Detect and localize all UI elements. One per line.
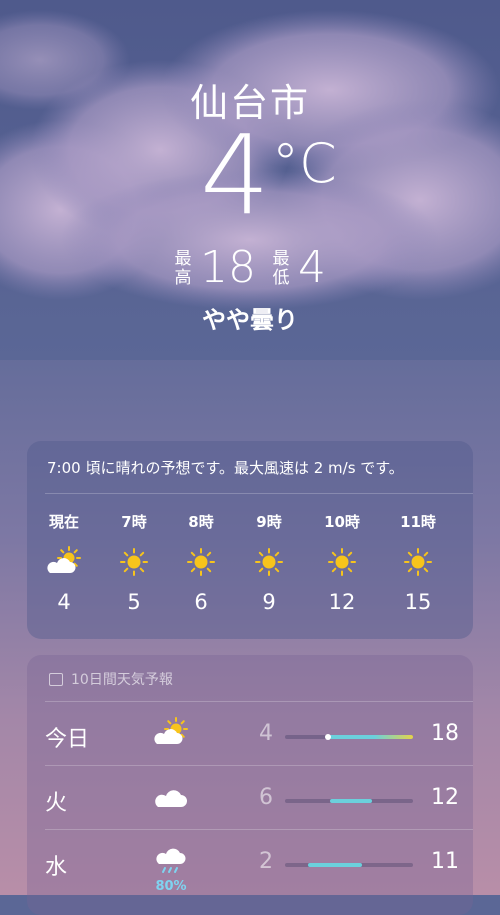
sun-icon <box>398 546 438 578</box>
high-temp: 11 <box>431 849 459 874</box>
forecast-row[interactable]: 火 6 12 <box>27 767 473 829</box>
hourly-forecast-card[interactable]: 7:00 頃に晴れの予想です。最大風速は 2 m/s です。 現在 4 7時 5 8時 6… <box>27 441 473 639</box>
temp-range-bar <box>285 734 413 740</box>
precipitation-chance: 80% <box>155 879 187 894</box>
hour-temp: 6 <box>194 590 208 614</box>
sun-icon <box>114 546 154 578</box>
sun-icon <box>249 546 289 578</box>
low-label: 最低 <box>272 249 290 288</box>
hourly-item: 7時 5 <box>99 511 169 614</box>
high-low: 最高 18 最低 4 <box>0 246 500 296</box>
condition-text: やや曇り <box>202 306 298 334</box>
hourly-item: 9時 9 <box>234 511 304 614</box>
hour-temp: 9 <box>262 590 276 614</box>
day-label: 今日 <box>45 727 90 752</box>
cloud-icon <box>151 781 191 815</box>
hour-temp: 4 <box>57 590 71 614</box>
rain-cloud-icon <box>151 845 191 879</box>
current-temperature: 4 <box>200 111 270 239</box>
ten-day-forecast-card[interactable]: 10日間天気予報 今日 4 18 火 6 12 水 80% 2 11 <box>27 655 473 915</box>
divider <box>45 765 473 766</box>
hourly-summary: 7:00 頃に晴れの予想です。最大風速は 2 m/s です。 <box>47 459 404 477</box>
hour-label: 10時 <box>324 513 360 531</box>
sun-icon <box>322 546 362 578</box>
hour-label: 9時 <box>256 513 282 531</box>
hour-label: 11時 <box>400 513 436 531</box>
hour-temp: 15 <box>404 590 432 614</box>
low-value: 4 <box>298 242 326 293</box>
hour-temp: 12 <box>328 590 356 614</box>
calendar-icon <box>49 673 63 686</box>
hour-label: 現在 <box>48 513 79 531</box>
low-temp: 6 <box>259 785 273 810</box>
low-temp: 4 <box>259 721 273 746</box>
hourly-item: 11時 15 <box>383 511 453 614</box>
temp-range-bar <box>285 863 413 867</box>
low-temp: 2 <box>259 849 273 874</box>
high-temp: 18 <box>431 721 459 746</box>
hourly-item: 現在 4 <box>29 511 99 614</box>
hour-temp: 5 <box>127 590 141 614</box>
high-temp: 12 <box>431 785 459 810</box>
divider <box>45 829 473 830</box>
high-value: 18 <box>200 242 256 293</box>
day-label: 水 <box>45 855 68 880</box>
divider <box>45 701 473 702</box>
current-temp-dot <box>325 734 332 740</box>
temp-range-bar <box>285 799 413 803</box>
hourly-item: 8時 6 <box>166 511 236 614</box>
hour-label: 8時 <box>188 513 214 531</box>
temp-range-fill <box>329 799 373 803</box>
forecast-title: 10日間天気予報 <box>49 669 173 689</box>
day-label: 火 <box>45 791 68 816</box>
high-label: 最高 <box>174 249 192 288</box>
temperature-unit: °C <box>272 132 337 195</box>
hour-label: 7時 <box>121 513 147 531</box>
hourly-item: 10時 12 <box>307 511 377 614</box>
forecast-row[interactable]: 今日 4 18 <box>27 703 473 765</box>
forecast-title-text: 10日間天気予報 <box>71 672 173 688</box>
partly-cloudy-icon <box>151 717 191 751</box>
partly-cloudy-icon <box>44 546 84 578</box>
temp-range-fill <box>327 735 413 739</box>
divider <box>45 493 473 494</box>
sun-icon <box>181 546 221 578</box>
temp-range-fill <box>308 863 362 867</box>
forecast-row[interactable]: 水 80% 2 11 <box>27 831 473 894</box>
